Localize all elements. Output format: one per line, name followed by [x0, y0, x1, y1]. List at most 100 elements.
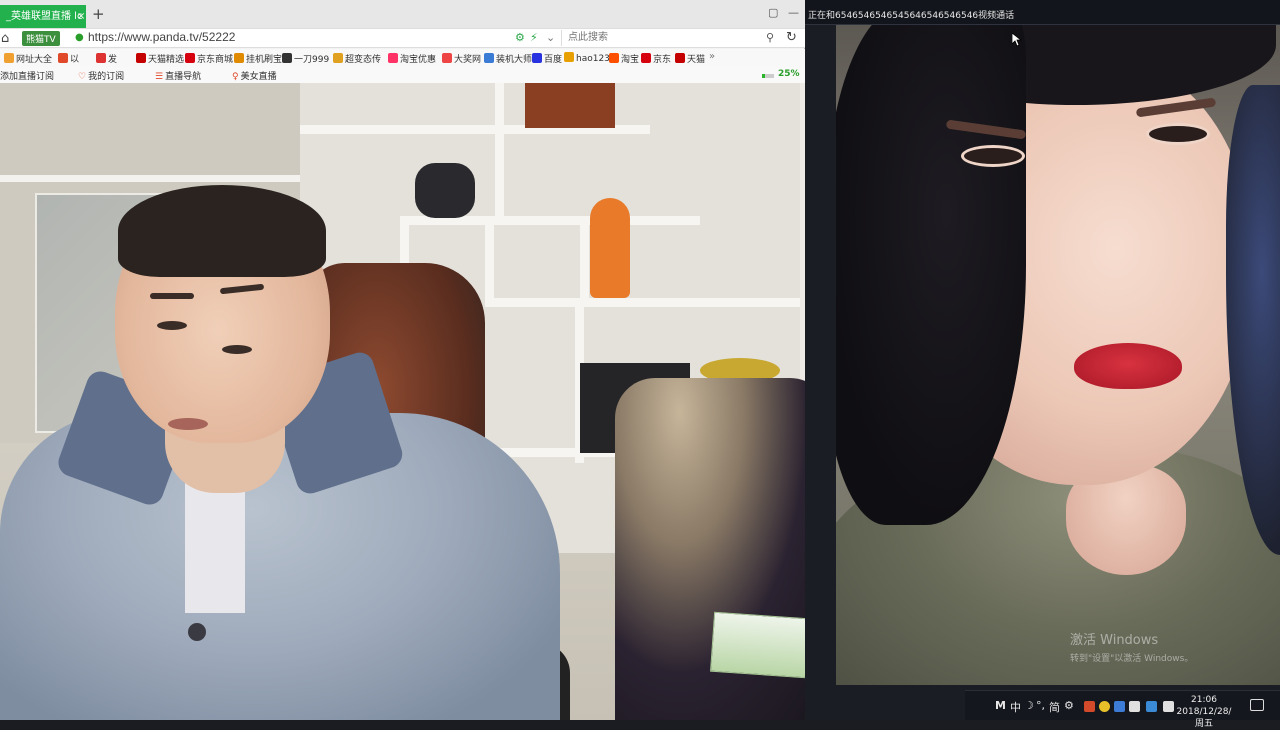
tray-app3-icon[interactable] [1114, 701, 1125, 712]
bookmark-item[interactable]: 淘宝优惠 [388, 52, 436, 65]
nav-my-subscriptions[interactable]: ♡ 我的订阅 [78, 69, 124, 82]
lightning-icon[interactable]: ⚡ [530, 31, 538, 44]
watermark-title: 激活 Windows [1070, 633, 1159, 648]
moon-icon[interactable]: ☽ [1024, 699, 1034, 712]
clock-time: 21:06 [1191, 695, 1217, 705]
video-call-window: 正在和6546546546545646546546546视频通话 激活 Wind… [805, 0, 1280, 720]
bookmark-icon [96, 53, 106, 63]
nav-label: 直播导航 [165, 72, 202, 82]
browser-window: _英雄联盟直播 lc × + ▢ — ⌂ 熊猫TV ● https://www.… [0, 0, 805, 83]
caller-lips [1074, 343, 1182, 389]
nav-beauty-live[interactable]: ♀ 美女直播 [232, 69, 277, 82]
bookmark-item[interactable]: 京东商城 [185, 52, 233, 65]
bookmark-label: 京东商城 [197, 55, 234, 65]
bookmark-item[interactable]: 淘宝 [609, 52, 639, 65]
bookmark-item[interactable]: 天猫精选 [136, 52, 184, 65]
tab-title: _英雄联盟直播 lc [6, 11, 83, 22]
tab-active[interactable]: _英雄联盟直播 lc × [0, 5, 86, 28]
black-bag [415, 163, 475, 218]
brown-box [525, 83, 615, 128]
bookmark-label: 挂机刷宝 [246, 55, 283, 65]
progress-track [762, 74, 774, 78]
bookmark-item[interactable]: 一刀999 [282, 52, 329, 65]
punctuation-icon[interactable]: °, [1036, 699, 1045, 712]
bookmark-icon [641, 53, 651, 63]
nav-live-guide[interactable]: ☰ 直播导航 [155, 69, 201, 82]
bookmark-item[interactable]: 百度 [532, 52, 562, 65]
home-icon[interactable]: ⌂ [1, 31, 9, 46]
progress-fill [762, 74, 765, 78]
lock-icon: ● [75, 32, 84, 43]
streamer-eye [222, 345, 252, 354]
jacket-button [188, 623, 206, 641]
search-input[interactable] [561, 30, 781, 46]
clock-date: 2018/12/28/周五 [1176, 707, 1232, 729]
bookmark-item[interactable]: hao123 [564, 52, 610, 64]
bookmark-icon [442, 53, 452, 63]
caller-eye [961, 145, 1025, 167]
heart-icon: ♡ [78, 72, 87, 82]
bookmark-item[interactable]: 超变态传 [333, 52, 381, 65]
bookmark-item[interactable]: 大奖网 [442, 52, 481, 65]
bookmark-item[interactable]: 装机大师 [484, 52, 532, 65]
tray-app5-icon[interactable] [1146, 701, 1157, 712]
caller-eye [1146, 123, 1210, 145]
notification-icon[interactable] [1250, 699, 1264, 711]
bookmark-item[interactable]: 网址大全 [4, 52, 52, 65]
new-tab-button[interactable]: + [92, 7, 105, 22]
bookmark-icon [484, 53, 494, 63]
ime-mode-icon[interactable]: M [995, 699, 1006, 712]
ime-chinese-toggle[interactable]: 中 [1010, 699, 1021, 715]
progress-label: 25% [778, 69, 800, 79]
bookmark-item[interactable]: 发 [96, 52, 117, 65]
shelf-board [485, 298, 805, 307]
bookmark-icon [234, 53, 244, 63]
nav-label: 美女直播 [240, 72, 277, 82]
streamer-eyebrow [150, 293, 194, 299]
bookmark-item[interactable]: 京东 [641, 52, 671, 65]
tray-app2-icon[interactable] [1099, 701, 1110, 712]
bookmark-label: 大奖网 [454, 55, 482, 65]
bookmark-icon [4, 53, 14, 63]
bookmark-item[interactable]: 天猫 [675, 52, 705, 65]
bookmark-label: 百度 [544, 55, 563, 65]
simplified-chinese-toggle[interactable]: 简 [1049, 699, 1060, 715]
ime-settings-icon[interactable]: ⚙ [1064, 699, 1074, 712]
bookmark-label: 一刀999 [294, 55, 330, 65]
close-tab-icon[interactable]: × [77, 5, 85, 28]
bookmark-label: 发 [108, 55, 118, 65]
call-title: 正在和6546546546545646546546546视频通话 [808, 11, 1015, 21]
nav-label: 我的订阅 [88, 72, 125, 82]
bookmarks-more-icon[interactable]: » [709, 51, 715, 62]
restore-window-icon[interactable]: ▢ [768, 6, 778, 19]
tray-app1-icon[interactable] [1084, 701, 1095, 712]
bookmark-item[interactable]: 挂机刷宝 [234, 52, 282, 65]
tab-bar: _英雄联盟直播 lc × + ▢ — [0, 0, 805, 28]
streamer-eye [157, 321, 187, 330]
url-field[interactable]: https://www.panda.tv/52222 [88, 30, 235, 44]
activate-windows-watermark: 激活 Windows 转到"设置"以激活 Windows。 [1070, 629, 1193, 664]
nav-add-subscription[interactable]: 添加直播订阅 [0, 69, 54, 82]
security-shield-icon[interactable]: ⚙ [515, 31, 525, 44]
load-progress: 25% [762, 69, 802, 80]
chevron-down-icon[interactable]: ⌄ [546, 31, 555, 44]
bookmark-icon [136, 53, 146, 63]
call-titlebar: 正在和6546546546545646546546546视频通话 [805, 0, 1280, 25]
streamer-mouth [168, 418, 208, 430]
search-icon[interactable]: ⚲ [766, 31, 774, 44]
bookmark-label: 淘宝 [621, 55, 640, 65]
refresh-icon[interactable]: ↻ [786, 30, 797, 45]
nav-label: 添加直播订阅 [0, 72, 55, 82]
bookmarks-bar: 网址大全 以 发 天猫精选 京东商城 挂机刷宝 一刀999 超变态传 淘宝优惠 … [0, 49, 805, 67]
streamer-webcam-video [0, 83, 853, 720]
tray-app4-icon[interactable] [1129, 701, 1140, 712]
bookmark-label: hao123 [576, 54, 610, 64]
bookmark-item[interactable]: 以 [58, 52, 79, 65]
call-video-feed: 激活 Windows 转到"设置"以激活 Windows。 [836, 25, 1280, 685]
streamer-hair [118, 185, 326, 277]
shelf-divider [580, 223, 589, 303]
taskbar-clock[interactable]: 21:06 2018/12/28/周五 [1173, 695, 1235, 730]
streamer-tshirt [185, 483, 245, 613]
minimize-window-icon[interactable]: — [788, 6, 799, 19]
bookmark-icon [282, 53, 292, 63]
